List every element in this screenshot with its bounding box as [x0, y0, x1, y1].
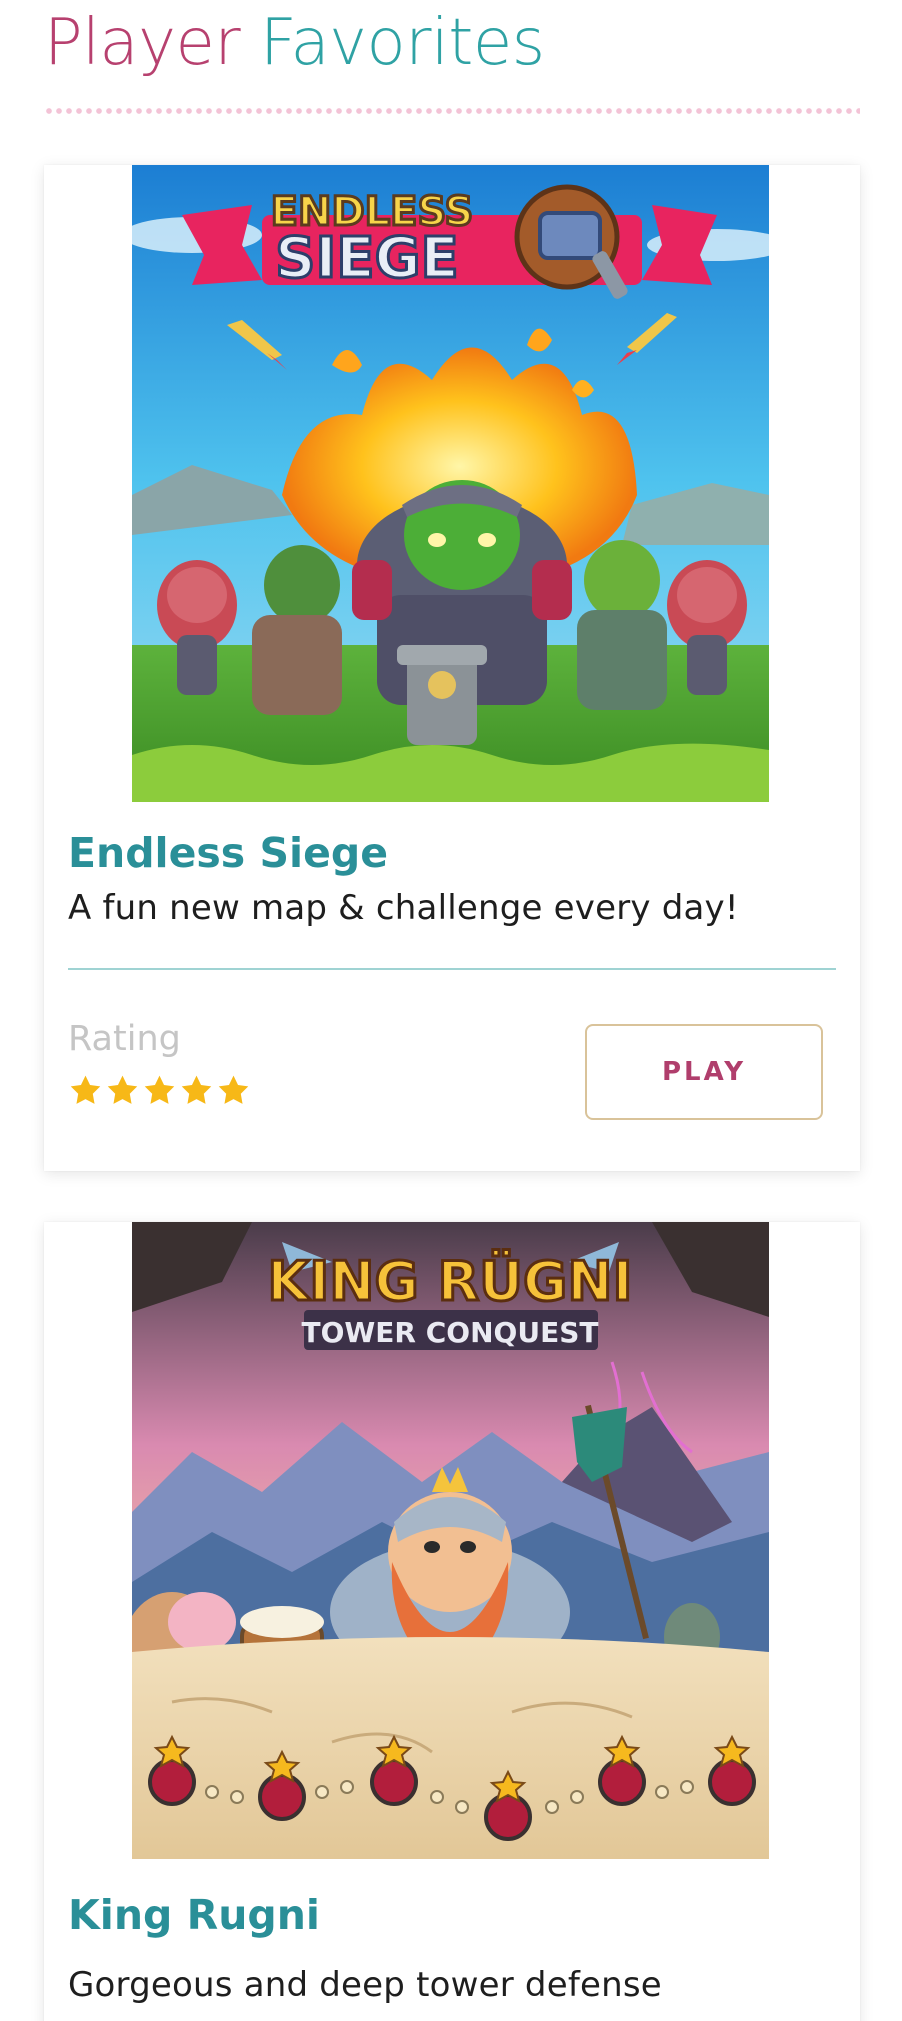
page-title-part-2: Favorites [260, 6, 545, 80]
game-thumbnail-king-rugni[interactable]: KING RÜGNI TOWER CONQUEST [132, 1222, 769, 1859]
rating-stars [68, 1073, 251, 1113]
logo-line-2: SIEGE [275, 226, 459, 291]
game-thumbnail-endless-siege[interactable]: ENDLESS SIEGE [132, 165, 769, 802]
logo-line-1: KING RÜGNI [267, 1250, 632, 1313]
star-icon [107, 1075, 138, 1104]
game-title[interactable]: Endless Siege [68, 829, 388, 877]
game-description: A fun new map & challenge every day! [68, 888, 739, 928]
game-title[interactable]: King Rugni [68, 1891, 320, 1939]
page-title-part-1: Player [44, 6, 241, 80]
logo-line-2: TOWER CONQUEST [302, 1316, 599, 1349]
dotted-divider [44, 106, 860, 116]
game-description: Gorgeous and deep tower defense [68, 1965, 662, 2005]
endless-siege-artwork: ENDLESS SIEGE [132, 165, 769, 802]
star-icon [181, 1075, 212, 1104]
page-title: Player Favorites [44, 4, 545, 82]
star-icon [144, 1075, 175, 1104]
king-rugni-artwork: KING RÜGNI TOWER CONQUEST [132, 1222, 769, 1859]
star-icon [70, 1075, 101, 1104]
card-divider [68, 968, 836, 970]
play-button[interactable]: PLAY [585, 1024, 823, 1120]
game-card-king-rugni: KING RÜGNI TOWER CONQUEST King Rugni Gor… [44, 1222, 860, 2021]
star-icon [218, 1075, 249, 1104]
game-card-endless-siege: ENDLESS SIEGE Endless Siege A fun new ma… [44, 165, 860, 1171]
rating-label: Rating [68, 1019, 181, 1059]
